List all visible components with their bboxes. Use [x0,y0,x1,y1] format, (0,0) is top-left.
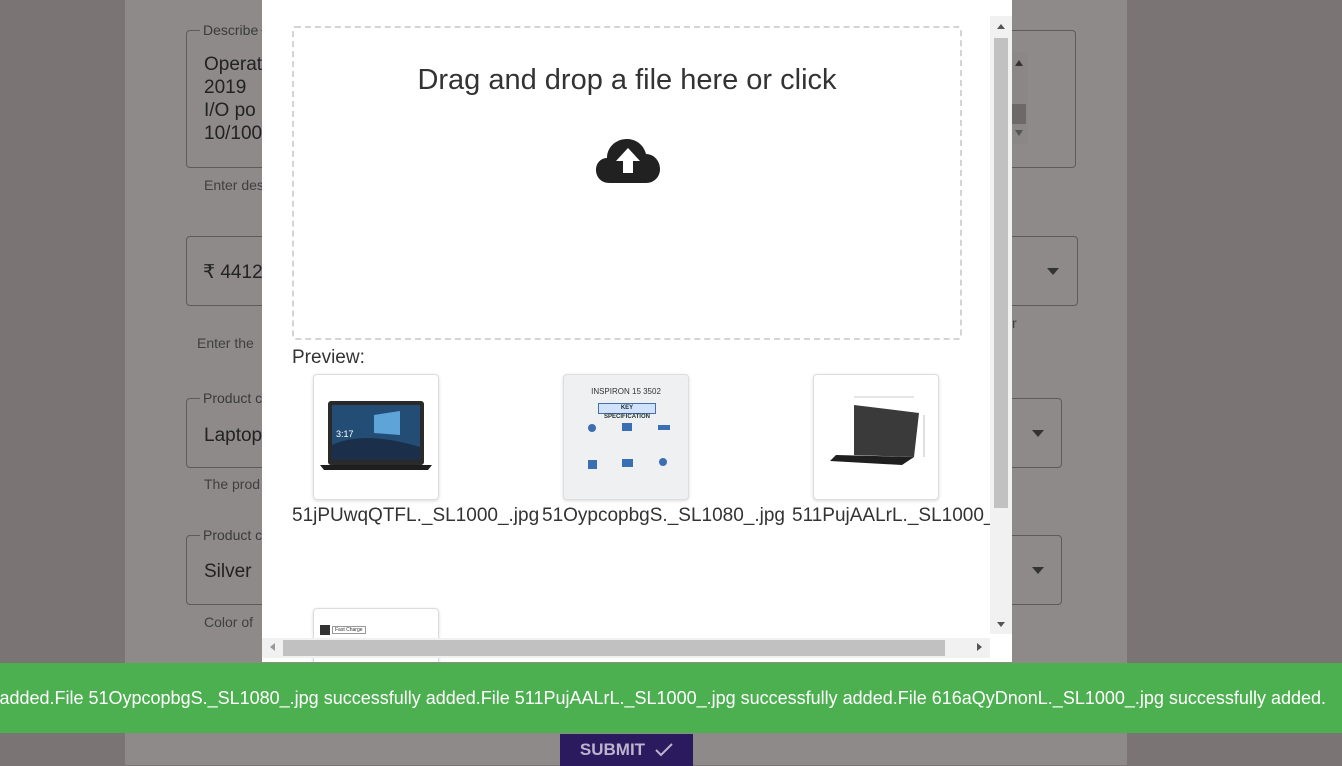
scroll-thumb[interactable] [1012,104,1026,124]
chevron-down-icon[interactable] [1032,430,1044,437]
chevron-down-icon[interactable] [1047,268,1059,275]
description-line-4: 10/100 [204,123,263,144]
horizontal-scroll-thumb[interactable] [283,640,945,656]
file-thumbnail[interactable]: INSPIRON 15 3502 KEY SPECIFICATION [563,374,689,500]
laptop-front-image [320,401,432,470]
category-legend: Product c [200,390,266,406]
cloud-upload-icon [596,139,660,183]
snackbar-message: File 51jPUwqQTFL._SL1000_.jpg successful… [0,687,1326,708]
vertical-scroll-thumb[interactable] [994,38,1008,508]
file-name: 51jPUwqQTFL._SL1000_.jpg [292,505,540,526]
scroll-down-arrow-icon[interactable] [997,622,1005,627]
check-icon [655,743,673,757]
laptop-back-image [830,396,925,465]
upload-dialog: Drag and drop a file here or click Previ… [262,0,1012,662]
spec-icons-image [588,423,670,469]
thumb-subtitle: KEY SPECIFICATION [598,403,656,420]
file-thumbnail[interactable] [813,374,939,500]
description-legend: Describe [200,22,262,38]
color-help: Color of [204,614,254,630]
horizontal-scrollbar[interactable] [262,638,990,658]
thumb-title: INSPIRON 15 3502 [591,387,661,396]
scroll-down-arrow-icon[interactable] [1015,130,1023,136]
thumb-caption: Fast Charge [332,626,366,634]
dropzone-text: Drag and drop a file here or click [417,64,837,96]
scroll-up-arrow-icon[interactable] [1015,60,1023,66]
submit-label: SUBMIT [579,740,646,759]
category-value: Laptop [204,425,263,446]
file-name: 511PujAALrL._SL1000_.jpg [792,505,1012,526]
color-value: Silver [204,561,252,582]
chevron-down-icon[interactable] [1032,567,1044,574]
thumb-badge [320,625,330,635]
thumb-clock-text: 3:17 [336,429,354,439]
description-help: Enter des [204,177,264,193]
scroll-up-arrow-icon[interactable] [997,24,1005,29]
description-line-1: Operat [204,54,263,75]
price-help: Enter the [197,335,254,351]
category-help: The prod [204,476,261,492]
scroll-right-arrow-icon[interactable] [977,643,982,651]
file-thumbnail[interactable]: 3:17 [313,374,439,500]
color-legend: Product c [200,527,266,543]
preview-label: Preview: [292,347,365,368]
dropzone[interactable]: Drag and drop a file here or click [292,26,962,340]
vertical-scrollbar[interactable] [990,16,1012,634]
file-name: 51OypcopbgS._SL1080_.jpg [542,505,785,526]
price-value: ₹ 4412 [203,262,263,283]
description-line-2: 2019 [204,77,247,98]
submit-button[interactable]: SUBMIT [560,734,693,766]
success-snackbar: File 51jPUwqQTFL._SL1000_.jpg successful… [0,663,1342,733]
description-line-3: I/O po [204,100,256,121]
description-scrollbar[interactable] [1010,52,1028,144]
right-help-fragment: r [1012,315,1017,331]
scroll-left-arrow-icon[interactable] [270,643,275,651]
